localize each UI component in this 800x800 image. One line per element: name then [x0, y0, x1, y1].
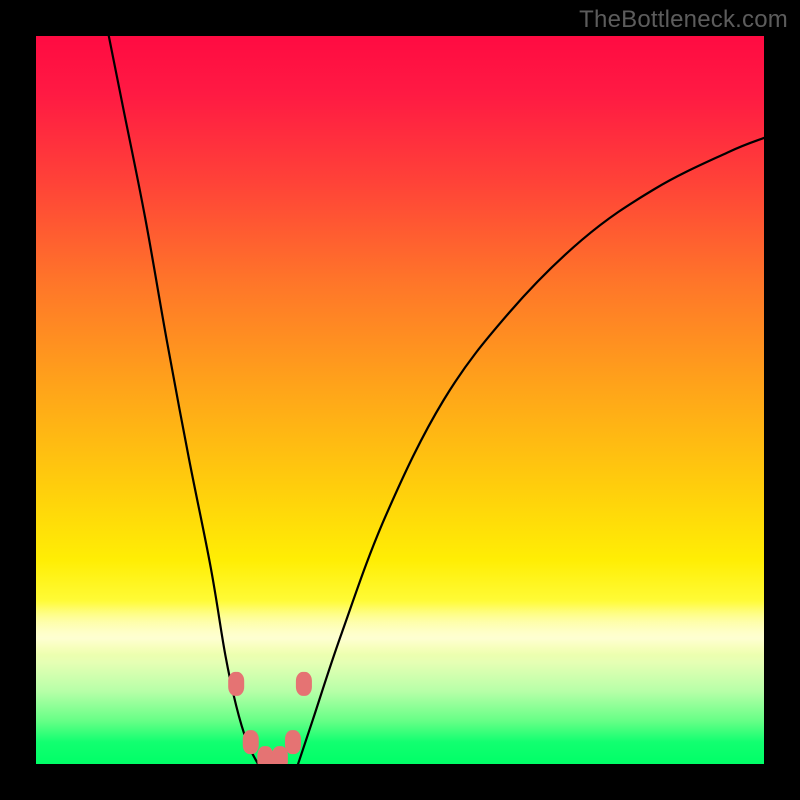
chart-frame: TheBottleneck.com: [0, 0, 800, 800]
plot-area: [36, 36, 764, 764]
chart-svg: [36, 36, 764, 764]
left-curve: [109, 36, 258, 764]
marker-dot: [257, 746, 273, 764]
right-curve: [298, 138, 764, 764]
curve-group: [109, 36, 764, 764]
watermark-text: TheBottleneck.com: [579, 6, 788, 34]
marker-dot: [272, 746, 288, 764]
marker-dot: [285, 730, 301, 754]
marker-dot: [296, 672, 312, 696]
marker-dot: [243, 730, 259, 754]
marker-dot: [228, 672, 244, 696]
marker-group: [228, 672, 312, 764]
